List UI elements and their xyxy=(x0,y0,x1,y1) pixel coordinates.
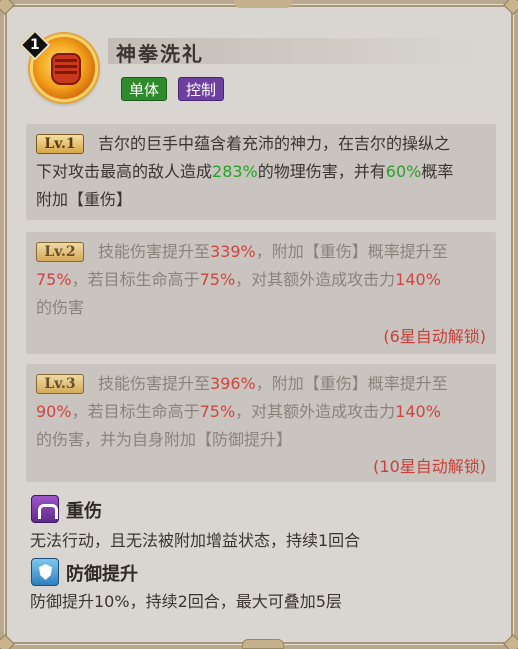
bottom-ornament xyxy=(242,639,284,649)
text: 的物理伤害，并有 xyxy=(257,162,386,181)
tag-single-target: 单体 xyxy=(121,77,168,101)
text: ，若目标生命高于 xyxy=(71,270,200,289)
level-1-badge: Lv.1 xyxy=(36,134,84,154)
text: ，附加【重伤】概率提升至 xyxy=(255,242,448,261)
text: 技能伤害提升至 xyxy=(98,374,211,393)
effect-name-grievous-wound: 重伤 xyxy=(66,501,102,522)
text: 下对攻击最高的敌人造成 xyxy=(36,162,213,181)
text: 吉尔的巨手中蕴含着充沛的神力，在吉尔的操纵之 xyxy=(98,134,451,153)
text: 概率 xyxy=(421,162,454,181)
text: ，若目标生命高于 xyxy=(71,402,200,421)
skill-level-number: 1 xyxy=(30,37,40,53)
text: ，附加【重伤】概率提升至 xyxy=(255,374,448,393)
skill-name: 神拳洗礼 xyxy=(116,42,204,66)
effect-desc-grievous-wound: 无法行动，且无法被附加增益状态，持续1回合 xyxy=(30,531,361,550)
level-2-box: Lv.2 技能伤害提升至339%，附加【重伤】概率提升至 75%，若目标生命高于… xyxy=(26,232,496,354)
level-2-line-2: 75%，若目标生命高于75%，对其额外造成攻击力140% xyxy=(36,267,441,293)
level-2-badge: Lv.2 xyxy=(36,242,84,262)
tag-control: 控制 xyxy=(178,77,225,101)
level-3-badge: Lv.3 xyxy=(36,374,84,394)
unlock-condition: (6星自动解锁) xyxy=(383,327,486,346)
level-1-line-1: 吉尔的巨手中蕴含着充沛的神力，在吉尔的操纵之 xyxy=(98,131,450,157)
effect-desc-defense-up: 防御提升10%，持续2回合，最大可叠加5层 xyxy=(30,592,342,611)
text: 的伤害，并为自身附加【防御提升】 xyxy=(36,430,293,449)
level-3-line-3: 的伤害，并为自身附加【防御提升】 xyxy=(36,427,292,453)
corner-ornament xyxy=(0,634,15,649)
level-1-box: Lv.1 吉尔的巨手中蕴含着充沛的神力，在吉尔的操纵之 下对攻击最高的敌人造成2… xyxy=(26,124,496,220)
level-2-line-1: 技能伤害提升至339%，附加【重伤】概率提升至 xyxy=(98,239,448,265)
corner-ornament xyxy=(503,0,518,15)
chance-value: 75% xyxy=(36,270,72,289)
extra-damage: 140% xyxy=(395,402,441,421)
level-3-line-2: 90%，若目标生命高于75%，对其额外造成攻击力140% xyxy=(36,399,441,425)
fist-shape xyxy=(51,53,81,85)
effect-name-defense-up: 防御提升 xyxy=(66,564,138,585)
chance-value: 90% xyxy=(36,402,72,421)
unlock-condition: (10星自动解锁) xyxy=(373,457,486,476)
corner-ornament xyxy=(503,634,518,649)
text: ，对其额外造成攻击力 xyxy=(235,402,396,421)
top-ornament xyxy=(234,0,292,8)
level-3-box: Lv.3 技能伤害提升至396%，附加【重伤】概率提升至 90%，若目标生命高于… xyxy=(26,364,496,482)
corner-ornament xyxy=(0,0,15,15)
text: 附加【重伤】 xyxy=(36,190,133,209)
hp-threshold: 75% xyxy=(199,402,236,421)
damage-value: 283% xyxy=(212,162,258,181)
defense-up-icon xyxy=(31,558,59,586)
extra-damage: 140% xyxy=(395,270,441,289)
level-3-line-1: 技能伤害提升至396%，附加【重伤】概率提升至 xyxy=(98,371,448,397)
text: ，对其额外造成攻击力 xyxy=(235,270,396,289)
text: 技能伤害提升至 xyxy=(98,242,211,261)
grievous-wound-icon xyxy=(31,495,59,523)
damage-value: 339% xyxy=(210,242,256,261)
damage-value: 396% xyxy=(210,374,256,393)
chance-value: 60% xyxy=(385,162,422,181)
level-2-line-3: 的伤害 xyxy=(36,295,84,321)
text: 的伤害 xyxy=(36,298,85,317)
level-1-line-3: 附加【重伤】 xyxy=(36,187,132,213)
hp-threshold: 75% xyxy=(199,270,236,289)
level-1-line-2: 下对攻击最高的敌人造成283%的物理伤害，并有60%概率 xyxy=(36,159,453,185)
